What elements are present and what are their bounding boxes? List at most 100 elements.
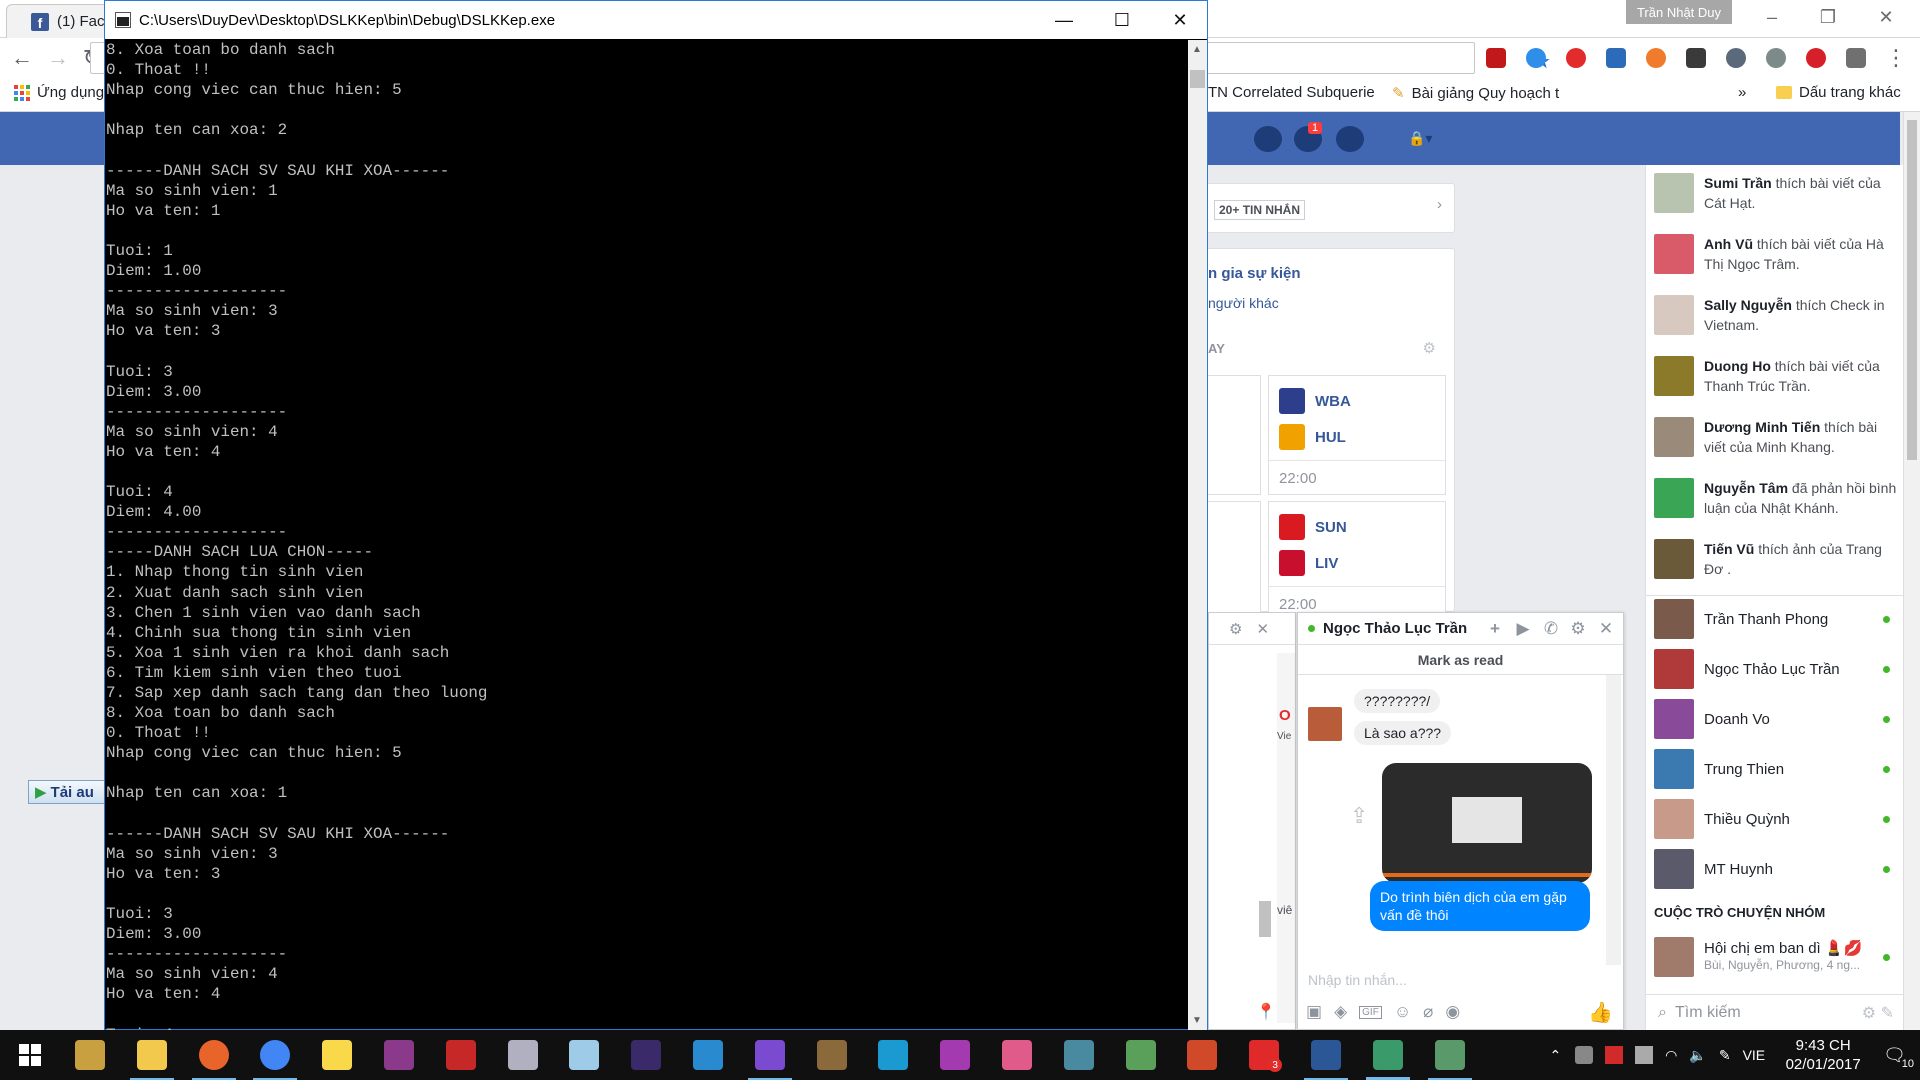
taskbar-android-studio-button[interactable] bbox=[1113, 1030, 1169, 1080]
ticker-item[interactable]: Tiến Vũ thích ảnh của Trang Đơ . bbox=[1654, 539, 1898, 579]
contact-item[interactable]: Thiều Quỳnh bbox=[1654, 797, 1898, 841]
location-pin-icon[interactable]: 📍 bbox=[1256, 1002, 1276, 1022]
game-card-partial[interactable] bbox=[1206, 375, 1261, 495]
ticker-item[interactable]: Sally Nguyễn thích Check in Vietnam. bbox=[1654, 295, 1898, 335]
taskbar-file-explorer-button[interactable] bbox=[124, 1030, 180, 1080]
taskbar-eclipse-button[interactable] bbox=[618, 1030, 674, 1080]
contact-item[interactable]: Trung Thien bbox=[1654, 747, 1898, 791]
game-card-partial[interactable] bbox=[1206, 501, 1261, 613]
contact-item[interactable]: MT Huynh bbox=[1654, 847, 1898, 891]
tray-app-icon[interactable] bbox=[1575, 1046, 1594, 1064]
friend-requests-icon[interactable] bbox=[1254, 126, 1282, 152]
taskbar-sticky-button[interactable] bbox=[309, 1030, 365, 1080]
taskbar-winrar-button[interactable] bbox=[371, 1030, 427, 1080]
close-icon[interactable]: ✕ bbox=[1866, 2, 1906, 32]
privacy-lock-icon[interactable]: 🔒▾ bbox=[1408, 130, 1432, 147]
bookmarks-overflow-button[interactable]: » bbox=[1738, 84, 1746, 101]
chat-search-bar[interactable]: ⌕ Tìm kiếm ⚙ ✎ bbox=[1646, 994, 1904, 1030]
events-title[interactable]: n gia sự kiện bbox=[1208, 265, 1301, 282]
camera-icon[interactable]: ◉ bbox=[1445, 1002, 1460, 1022]
taskbar-start-button[interactable] bbox=[2, 1030, 58, 1080]
minimize-icon[interactable]: – bbox=[1752, 2, 1792, 32]
language-indicator[interactable]: VIE bbox=[1743, 1047, 1766, 1063]
clock[interactable]: 9:43 CH 02/01/2017 bbox=[1777, 1036, 1869, 1074]
settings-gear-icon[interactable]: ⚙ bbox=[1568, 619, 1588, 639]
sync-extension-icon[interactable] bbox=[1526, 48, 1546, 68]
group-chat-item[interactable]: Hội chị em ban dì 💄💋 Bùi, Nguyễn, Phương,… bbox=[1654, 935, 1898, 979]
share-icon[interactable]: ⇪ bbox=[1350, 803, 1368, 829]
profile-button[interactable]: Trần Nhật Duy bbox=[1626, 0, 1732, 24]
close-icon[interactable]: ✕ bbox=[1151, 1, 1209, 39]
apps-bookmark[interactable]: Ứng dụng bbox=[14, 84, 104, 101]
gif-icon[interactable]: GIF bbox=[1359, 1005, 1382, 1019]
like-thumb-icon[interactable]: 👍 bbox=[1588, 1000, 1613, 1025]
taskbar-app-red-button[interactable] bbox=[1174, 1030, 1230, 1080]
notifications-globe-icon[interactable] bbox=[1336, 126, 1364, 152]
contact-item[interactable]: Ngọc Thảo Lục Trần bbox=[1654, 647, 1898, 691]
addon-orange-icon[interactable] bbox=[1646, 48, 1666, 68]
taskbar-app-badge-button[interactable]: 3 bbox=[1236, 1030, 1292, 1080]
scroll-thumb[interactable] bbox=[1190, 70, 1205, 88]
taskbar-app-ghost-button[interactable] bbox=[495, 1030, 551, 1080]
puzzle-extension-icon[interactable] bbox=[1686, 48, 1706, 68]
ticker-item[interactable]: Anh Vũ thích bài viết của Hà Thị Ngọc Tr… bbox=[1654, 234, 1898, 274]
taskbar-intellij-button[interactable] bbox=[989, 1030, 1045, 1080]
game-card[interactable]: SUN LIV 22:00 bbox=[1268, 501, 1446, 613]
json-extension-icon[interactable] bbox=[1846, 48, 1866, 68]
linkedin-extension-icon[interactable] bbox=[1606, 48, 1626, 68]
video-call-icon[interactable]: ▶ bbox=[1513, 619, 1533, 639]
console-output[interactable]: 8. Xoa toan bo danh sach 0. Thoat !! Nhap … bbox=[106, 40, 1188, 1030]
pdf-extension-icon[interactable] bbox=[1486, 48, 1506, 68]
inbox-pill[interactable]: 20+ TIN NHẮN bbox=[1214, 200, 1306, 220]
add-person-icon[interactable]: + bbox=[1485, 619, 1505, 639]
taskbar-filezilla-button[interactable] bbox=[433, 1030, 489, 1080]
taskbar-console-active-button[interactable] bbox=[1360, 1030, 1416, 1080]
taskbar-webstorm-button[interactable] bbox=[865, 1030, 921, 1080]
maximize-icon[interactable]: ☐ bbox=[1093, 1, 1151, 39]
close-icon[interactable]: ✕ bbox=[1596, 619, 1616, 639]
sent-screenshot-image[interactable] bbox=[1382, 763, 1592, 883]
console-scrollbar[interactable]: ▲ ▼ bbox=[1188, 40, 1207, 1030]
back-arrow-icon[interactable]: ← bbox=[8, 44, 36, 72]
eye-extension-icon[interactable] bbox=[1726, 48, 1746, 68]
bookmark-quy-hoach[interactable]: ✎ Bài giảng Quy hoạch t bbox=[1392, 84, 1559, 103]
phone-icon[interactable]: ✆ bbox=[1541, 619, 1561, 639]
adblock-icon[interactable] bbox=[1566, 48, 1586, 68]
other-bookmarks-folder[interactable]: Dấu trang khác bbox=[1776, 84, 1901, 101]
restore-icon[interactable]: ❐ bbox=[1808, 2, 1848, 32]
photo-icon[interactable]: ▣ bbox=[1306, 1002, 1322, 1022]
taskbar-sublime-button[interactable] bbox=[804, 1030, 860, 1080]
gray-extension-icon[interactable] bbox=[1766, 48, 1786, 68]
close-icon[interactable]: ✕ bbox=[1256, 620, 1269, 638]
pen-icon[interactable]: ✎ bbox=[1719, 1047, 1731, 1064]
attach-icon[interactable]: ⌀ bbox=[1423, 1002, 1433, 1022]
taskbar-virtualbox-button[interactable] bbox=[556, 1030, 612, 1080]
game-card[interactable]: WBA HUL 22:00 bbox=[1268, 375, 1446, 495]
settings-gear-icon[interactable]: ⚙ bbox=[1229, 620, 1242, 638]
ticker-item[interactable]: Sumi Trần thích bài viết của Cát Hạt. bbox=[1654, 173, 1898, 213]
action-center-icon[interactable]: 🗨 10 bbox=[1883, 1045, 1914, 1070]
contact-item[interactable]: Trần Thanh Phong bbox=[1654, 597, 1898, 641]
ticker-item[interactable]: Duong Ho thích bài viết của Thanh Trúc T… bbox=[1654, 356, 1898, 396]
emoji-icon[interactable]: ☺ bbox=[1394, 1002, 1411, 1022]
minimize-icon[interactable]: — bbox=[1035, 1, 1093, 39]
message-input[interactable]: Nhập tin nhắn... bbox=[1308, 972, 1407, 988]
ticker-item[interactable]: Dương Minh Tiến thích bài viết của Minh … bbox=[1654, 417, 1898, 457]
settings-gear-icon[interactable]: ⚙ ✎ bbox=[1862, 1003, 1894, 1023]
taskbar-app-green-button[interactable] bbox=[1422, 1030, 1478, 1080]
taskbar-phpstorm-button[interactable] bbox=[927, 1030, 983, 1080]
volume-icon[interactable]: 🔈 bbox=[1689, 1047, 1706, 1064]
scroll-up-icon[interactable]: ▲ bbox=[1192, 44, 1202, 55]
chat-header[interactable]: Ngọc Thảo Lục Trần + ▶ ✆ ⚙ ✕ bbox=[1298, 613, 1623, 645]
ticker-item[interactable]: Nguyễn Tâm đã phản hồi bình luận của Nhậ… bbox=[1654, 478, 1898, 518]
taskbar-chrome-button[interactable] bbox=[247, 1030, 303, 1080]
taskbar-firefox-button[interactable] bbox=[186, 1030, 242, 1080]
search-input[interactable]: Tìm kiếm bbox=[1675, 1004, 1741, 1022]
menu-dots-icon[interactable]: ⋮ bbox=[1882, 44, 1910, 72]
scroll-down-icon[interactable]: ▼ bbox=[1192, 1015, 1202, 1026]
download-ad-button[interactable]: ▶ Tải au bbox=[28, 780, 110, 804]
block-extension-icon[interactable] bbox=[1806, 48, 1826, 68]
page-scrollbar[interactable] bbox=[1903, 112, 1920, 1030]
taskbar-tools-button[interactable] bbox=[62, 1030, 118, 1080]
settings-gear-icon[interactable]: ⚙ bbox=[1423, 339, 1436, 357]
